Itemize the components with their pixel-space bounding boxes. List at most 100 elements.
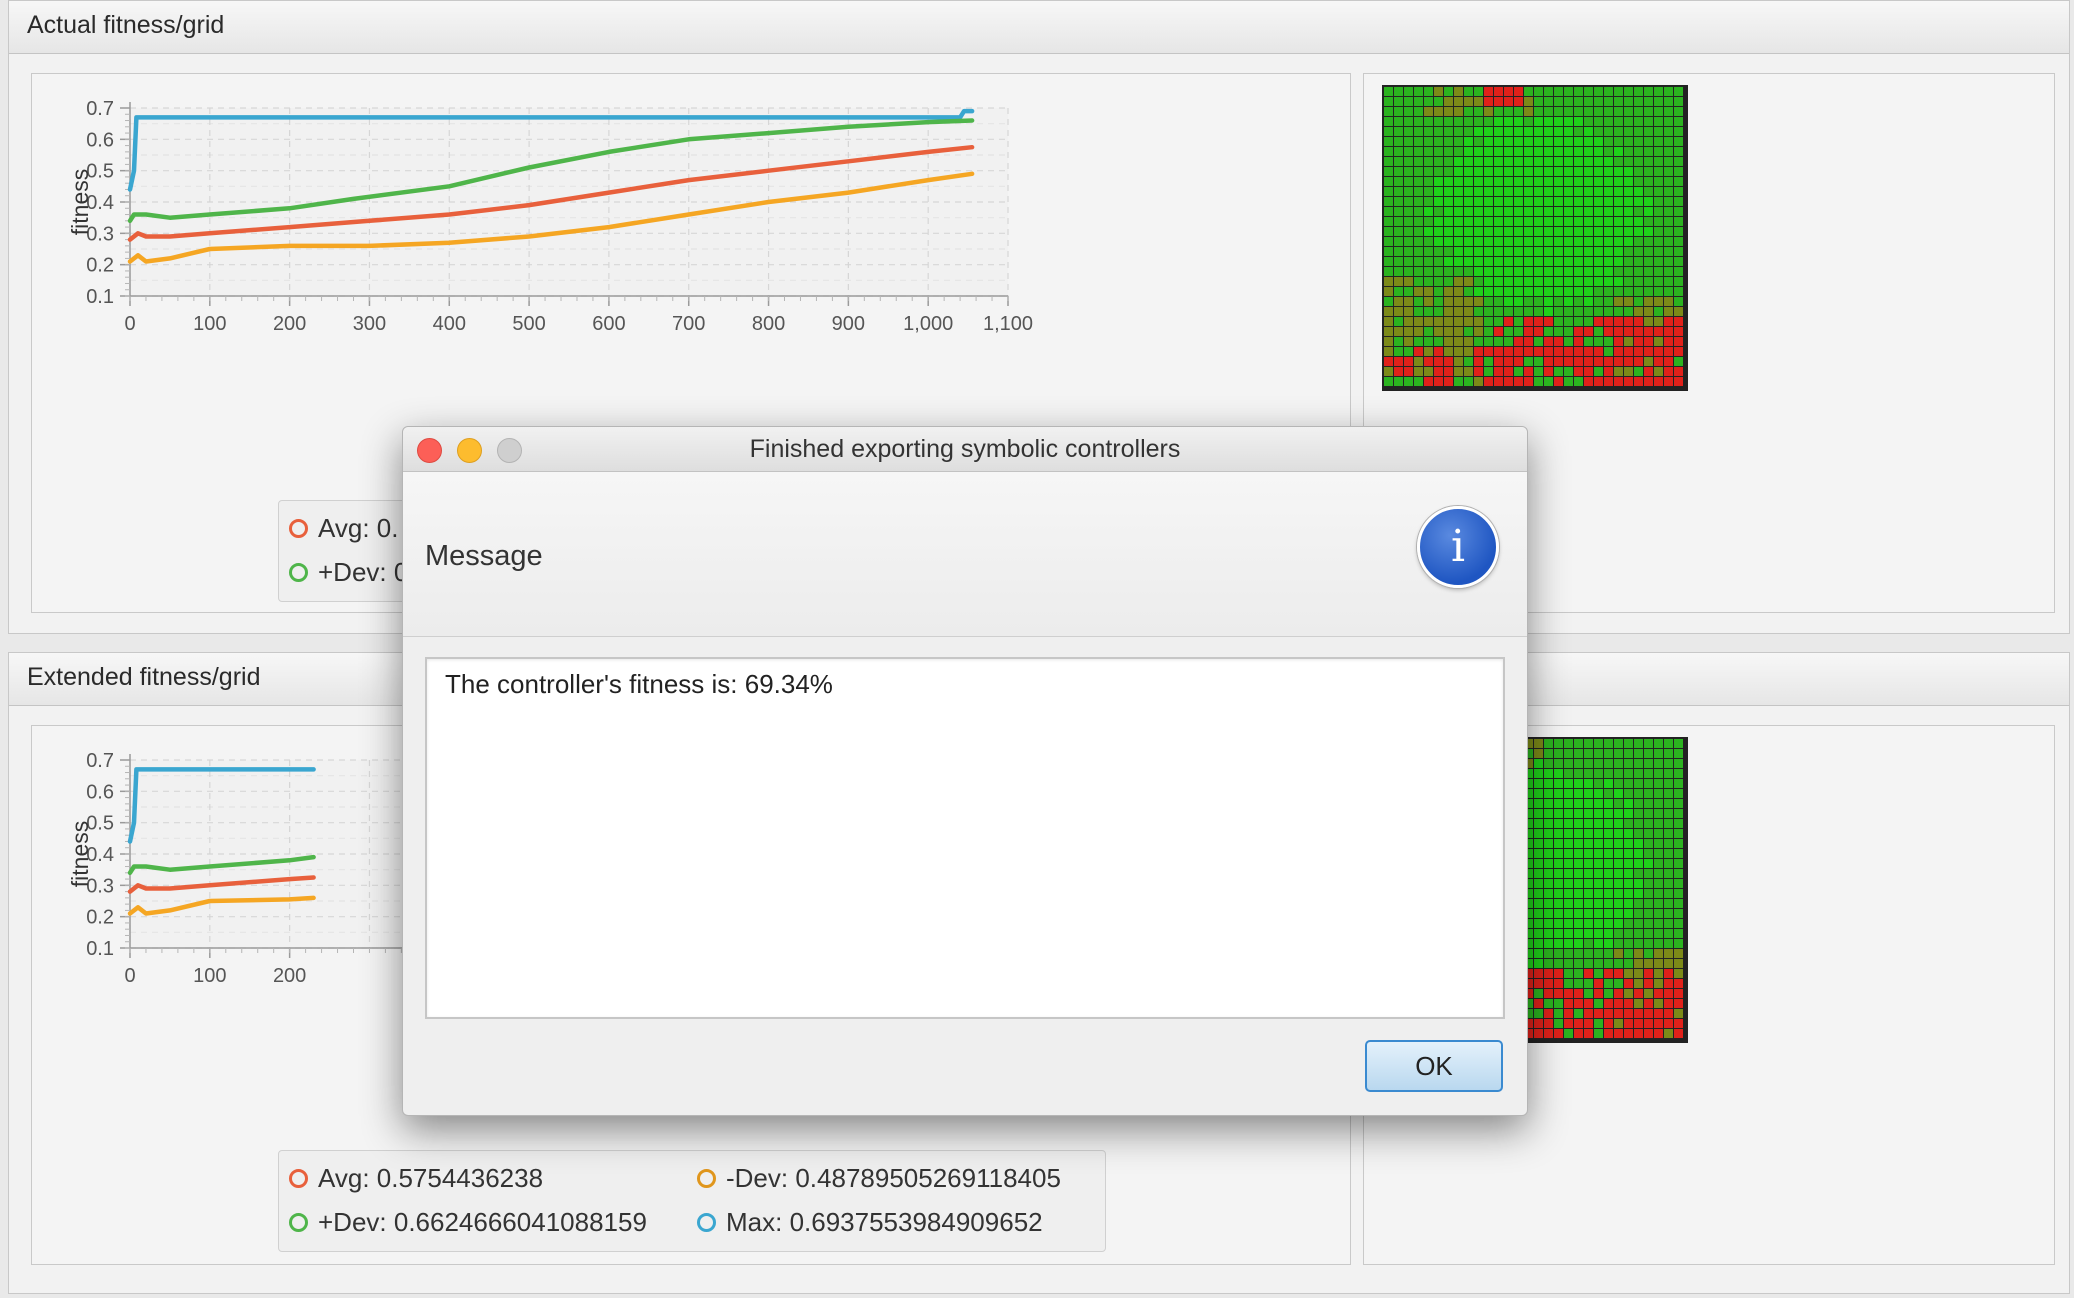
grid-cell [1384, 277, 1393, 286]
dialog-message-area[interactable]: The controller's fitness is: 69.34% [425, 657, 1505, 1019]
grid-cell [1664, 277, 1673, 286]
grid-cell [1524, 247, 1533, 256]
grid-cell [1544, 247, 1553, 256]
grid-cell [1674, 829, 1683, 838]
grid-cell [1634, 287, 1643, 296]
grid-cell [1404, 187, 1413, 196]
grid-cell [1524, 277, 1533, 286]
grid-cell [1524, 337, 1533, 346]
grid-cell [1454, 237, 1463, 246]
grid-cell [1594, 347, 1603, 356]
grid-cell [1654, 307, 1663, 316]
grid-cell [1594, 147, 1603, 156]
grid-cell [1554, 879, 1563, 888]
grid-cell [1614, 839, 1623, 848]
grid-cell [1624, 257, 1633, 266]
grid-cell [1484, 87, 1493, 96]
grid-cell [1654, 327, 1663, 336]
grid-cell [1664, 107, 1673, 116]
grid-cell [1464, 137, 1473, 146]
grid-cell [1554, 367, 1563, 376]
ok-button[interactable]: OK [1365, 1040, 1503, 1092]
grid-cell [1394, 107, 1403, 116]
grid-cell [1644, 789, 1653, 798]
grid-cell [1614, 347, 1623, 356]
grid-cell [1594, 227, 1603, 236]
grid-cell [1554, 277, 1563, 286]
grid-cell [1634, 809, 1643, 818]
grid-cell [1524, 197, 1533, 206]
grid-cell [1444, 187, 1453, 196]
grid-cell [1634, 799, 1643, 808]
grid-cell [1674, 217, 1683, 226]
grid-cell [1594, 267, 1603, 276]
grid-cell [1574, 1029, 1583, 1038]
grid-cell [1424, 127, 1433, 136]
grid-cell [1464, 307, 1473, 316]
grid-cell [1584, 929, 1593, 938]
grid-cell [1644, 237, 1653, 246]
grid-cell [1384, 137, 1393, 146]
grid-cell [1654, 117, 1663, 126]
x-tick-label: 0 [124, 965, 135, 987]
grid-cell [1564, 869, 1573, 878]
grid-cell [1634, 257, 1643, 266]
grid-cell [1664, 307, 1673, 316]
grid-cell [1514, 217, 1523, 226]
grid-cell [1564, 1019, 1573, 1028]
grid-cell [1644, 1029, 1653, 1038]
grid-cell [1634, 97, 1643, 106]
grid-cell [1504, 167, 1513, 176]
grid-cell [1624, 267, 1633, 276]
grid-cell [1384, 257, 1393, 266]
grid-cell [1604, 277, 1613, 286]
grid-cell [1494, 297, 1503, 306]
grid-cell [1394, 247, 1403, 256]
grid-cell [1444, 297, 1453, 306]
grid-cell [1614, 909, 1623, 918]
grid-cell [1644, 297, 1653, 306]
grid-cell [1404, 117, 1413, 126]
grid-cell [1644, 869, 1653, 878]
grid-cell [1644, 277, 1653, 286]
grid-cell [1574, 277, 1583, 286]
grid-cell [1654, 799, 1663, 808]
grid-cell [1624, 367, 1633, 376]
grid-cell [1424, 147, 1433, 156]
grid-cell [1594, 839, 1603, 848]
grid-cell [1644, 769, 1653, 778]
grid-cell [1664, 809, 1673, 818]
grid-cell [1554, 869, 1563, 878]
grid-cell [1434, 107, 1443, 116]
x-tick-label: 300 [353, 313, 386, 335]
grid-cell [1474, 177, 1483, 186]
grid-cell [1414, 287, 1423, 296]
grid-cell [1644, 1009, 1653, 1018]
grid-cell [1674, 107, 1683, 116]
dialog-titlebar[interactable]: Finished exporting symbolic controllers [403, 427, 1527, 472]
grid-cell [1604, 789, 1613, 798]
grid-cell [1384, 377, 1393, 386]
grid-cell [1464, 277, 1473, 286]
grid-cell [1624, 759, 1633, 768]
x-tick-label: 1,100 [983, 313, 1033, 335]
grid-cell [1534, 789, 1543, 798]
grid-cell [1464, 257, 1473, 266]
grid-cell [1504, 357, 1513, 366]
grid-cell [1654, 157, 1663, 166]
grid-cell [1484, 277, 1493, 286]
grid-cell [1634, 117, 1643, 126]
grid-cell [1574, 327, 1583, 336]
grid-cell [1474, 197, 1483, 206]
grid-cell [1624, 137, 1633, 146]
grid-cell [1564, 749, 1573, 758]
grid-cell [1444, 267, 1453, 276]
grid-cell [1454, 207, 1463, 216]
grid-cell [1534, 939, 1543, 948]
grid-cell [1664, 879, 1673, 888]
grid-cell [1634, 237, 1643, 246]
grid-cell [1494, 257, 1503, 266]
grid-cell [1474, 237, 1483, 246]
grid-cell [1484, 297, 1493, 306]
y-axis-label: fitness [67, 821, 93, 887]
